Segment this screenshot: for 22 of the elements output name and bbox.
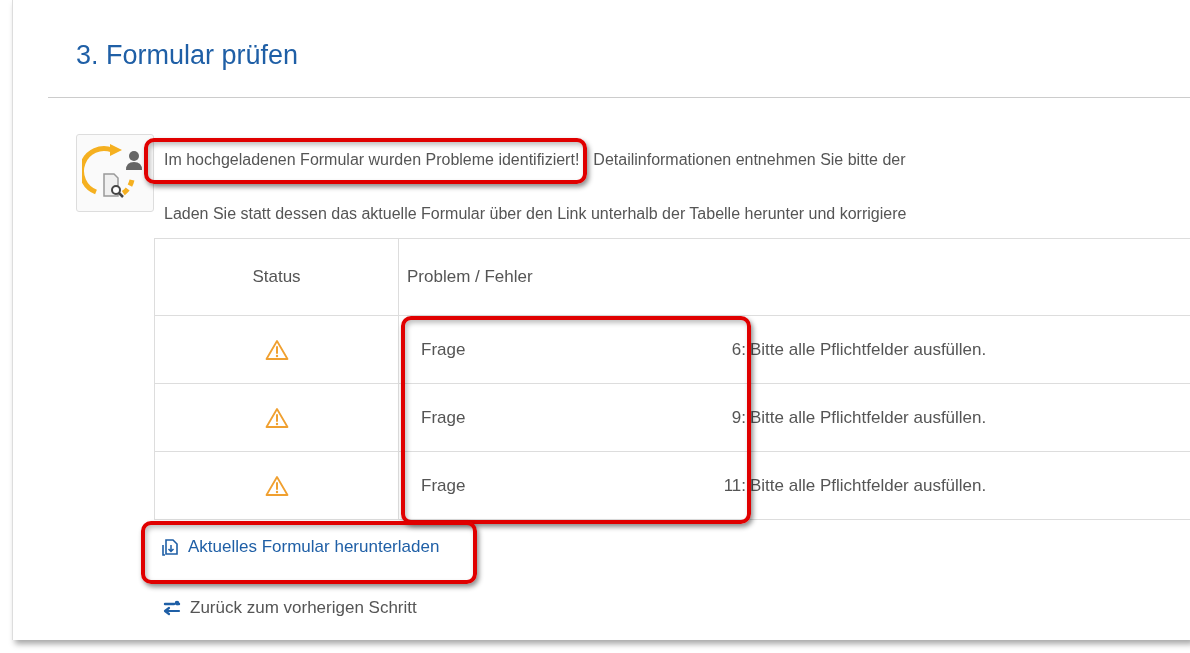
problem-label: Frage	[421, 339, 466, 359]
message-text: Im hochgeladenen Formular wurden Probleme identifiziert!	[164, 150, 580, 168]
problem-label: Frage	[421, 475, 466, 495]
problem-message: Bitte alle Pflichtfelder ausfüllen.	[750, 475, 987, 496]
back-link[interactable]: Zurück zum vorherigen Schritt	[161, 598, 417, 618]
question-number: 6:	[730, 339, 747, 360]
warning-icon	[264, 338, 289, 361]
column-header: Problem / Fehler	[406, 267, 533, 287]
question-number: 11:	[722, 475, 747, 496]
problem-label: Frage	[421, 407, 466, 427]
download-link[interactable]: Aktuelles Formular herunterladen	[161, 537, 440, 557]
problem-message: Bitte alle Pflichtfelder ausfüllen.	[750, 339, 987, 360]
message-text: Laden Sie statt dessen das aktuelle Formular über den Link unterhalb der Tabelle herunter und korrigiere	[164, 204, 907, 222]
warning-icon	[264, 406, 289, 429]
warning-icon	[264, 474, 289, 497]
column-header: Status	[252, 267, 301, 287]
problem-message: Bitte alle Pflichtfelder ausfüllen.	[750, 407, 987, 428]
section-title: 3. Formular prüfen	[75, 39, 300, 72]
message-text: Detailinformationen entnehmen Sie bitte der	[593, 150, 906, 168]
arrows-icon	[161, 598, 183, 618]
document-icon	[161, 537, 181, 557]
question-number: 9:	[730, 407, 747, 428]
